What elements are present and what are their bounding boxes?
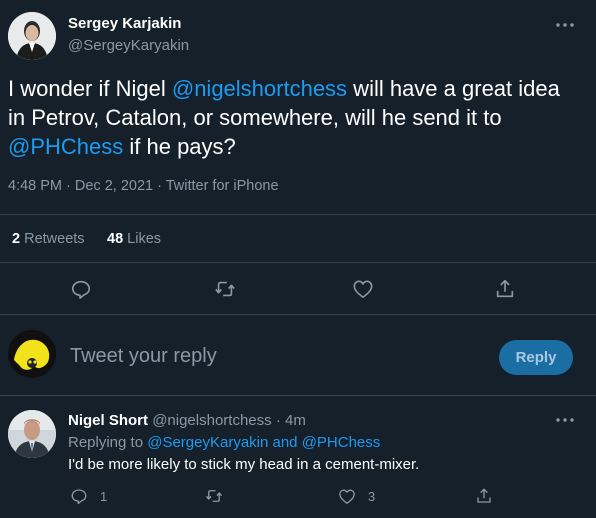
retweets-label: Retweets <box>20 231 85 247</box>
user-avatar[interactable] <box>8 330 56 378</box>
likes-stat[interactable]: 48 Likes <box>107 231 161 247</box>
more-icon[interactable] <box>554 16 576 34</box>
reply-time[interactable]: · 4m <box>276 412 306 429</box>
mention-link[interactable]: @nigelshortchess <box>172 76 347 101</box>
reply-text: I'd be more likely to stick my head in a… <box>68 456 420 473</box>
like-icon[interactable] <box>350 277 376 301</box>
retweets-stat[interactable]: 2 Retweets <box>12 231 85 247</box>
reply-header: Nigel Short @nigelshortchess · 4m <box>68 412 306 429</box>
replying-to-prefix: Replying to <box>68 434 148 451</box>
share-icon[interactable] <box>492 277 518 301</box>
retweet-icon[interactable] <box>204 486 224 506</box>
replying-to-mentions[interactable]: @SergeyKaryakin and @PHChess <box>147 434 380 451</box>
likes-count: 48 <box>107 231 124 247</box>
replying-to: Replying to @SergeyKaryakin and @PHChess <box>68 434 380 451</box>
tweet-text-part: I wonder if Nigel <box>8 76 172 101</box>
tweet-text: I wonder if Nigel @nigelshortchess will … <box>8 74 568 161</box>
tweet-text-part: if he pays? <box>123 134 236 159</box>
reply-like-action[interactable]: 3 <box>338 486 375 506</box>
tweet-timestamp[interactable]: 4:48 PM · Dec 2, 2021 · Twitter for iPho… <box>8 178 279 194</box>
author-avatar[interactable] <box>8 12 56 60</box>
mention-link[interactable]: @PHChess <box>8 134 123 159</box>
retweet-icon[interactable] <box>212 277 238 301</box>
retweets-count: 2 <box>12 231 21 247</box>
reply-author-name[interactable]: Nigel Short <box>68 412 148 429</box>
like-icon <box>338 488 356 505</box>
divider <box>0 214 596 215</box>
author-handle[interactable]: @SergeyKaryakin <box>68 37 189 54</box>
reply-author-handle[interactable]: @nigelshortchess <box>152 412 271 429</box>
reply-input-placeholder: Tweet your reply <box>70 345 217 367</box>
reply-count: 1 <box>100 488 108 504</box>
divider <box>0 395 596 396</box>
reply-author-avatar[interactable] <box>8 410 56 458</box>
reply-button-label: Reply <box>515 349 557 366</box>
reply-icon[interactable] <box>68 277 94 301</box>
divider <box>0 314 596 315</box>
like-count: 3 <box>368 488 376 504</box>
reply-button[interactable]: Reply <box>499 340 573 375</box>
reply-icon <box>70 487 88 505</box>
author-name[interactable]: Sergey Karjakin <box>68 15 181 32</box>
likes-label: Likes <box>123 231 162 247</box>
reply-input[interactable]: Tweet your reply <box>70 345 470 371</box>
reply-reply-action[interactable]: 1 <box>70 486 107 506</box>
more-icon[interactable] <box>554 411 576 429</box>
divider <box>0 262 596 263</box>
share-icon[interactable] <box>474 486 494 506</box>
